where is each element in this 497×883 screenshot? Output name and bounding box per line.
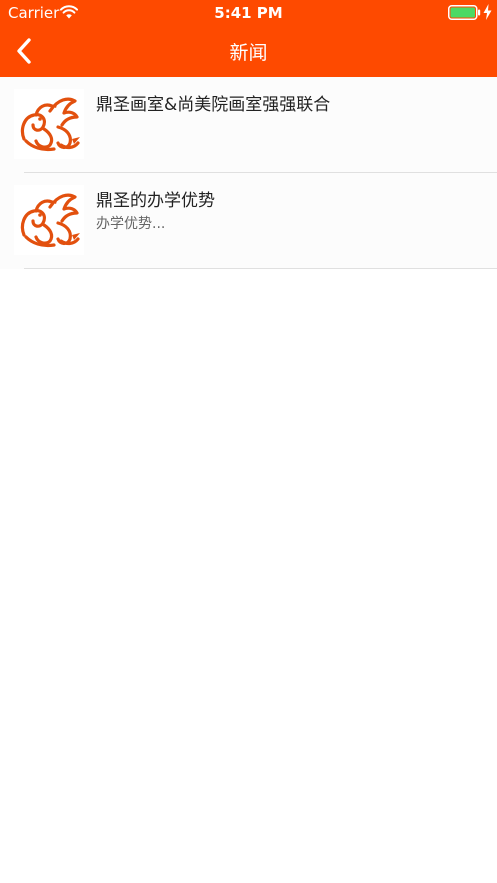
list-separator [24,268,497,269]
dragon-logo-icon [20,97,80,152]
status-time: 5:41 PM [214,4,283,22]
dragon-logo-icon [20,193,80,248]
news-item[interactable]: 鼎圣画室&尚美院画室强强联合 [0,77,497,173]
news-title: 鼎圣画室&尚美院画室强强联合 [96,95,331,115]
news-list: 鼎圣画室&尚美院画室强强联合 鼎圣的办学优势 办学优势... [0,77,497,269]
battery-icon [448,5,481,20]
nav-bar: 新闻 [0,26,497,77]
news-title: 鼎圣的办学优势 [96,191,215,211]
charging-bolt-icon [483,4,492,20]
news-thumbnail [14,89,84,159]
status-bar: Carrier 5:41 PM [0,0,497,26]
news-thumbnail [14,185,84,255]
page-title: 新闻 [229,42,268,64]
header: Carrier 5:41 PM 新闻 [0,0,497,77]
app-screen: Carrier 5:41 PM 新闻 鼎圣画室&尚美院画室强强联合 鼎圣的办学优… [0,0,497,883]
news-summary: 办学优势... [96,216,166,232]
news-item[interactable]: 鼎圣的办学优势 办学优势... [0,173,497,269]
